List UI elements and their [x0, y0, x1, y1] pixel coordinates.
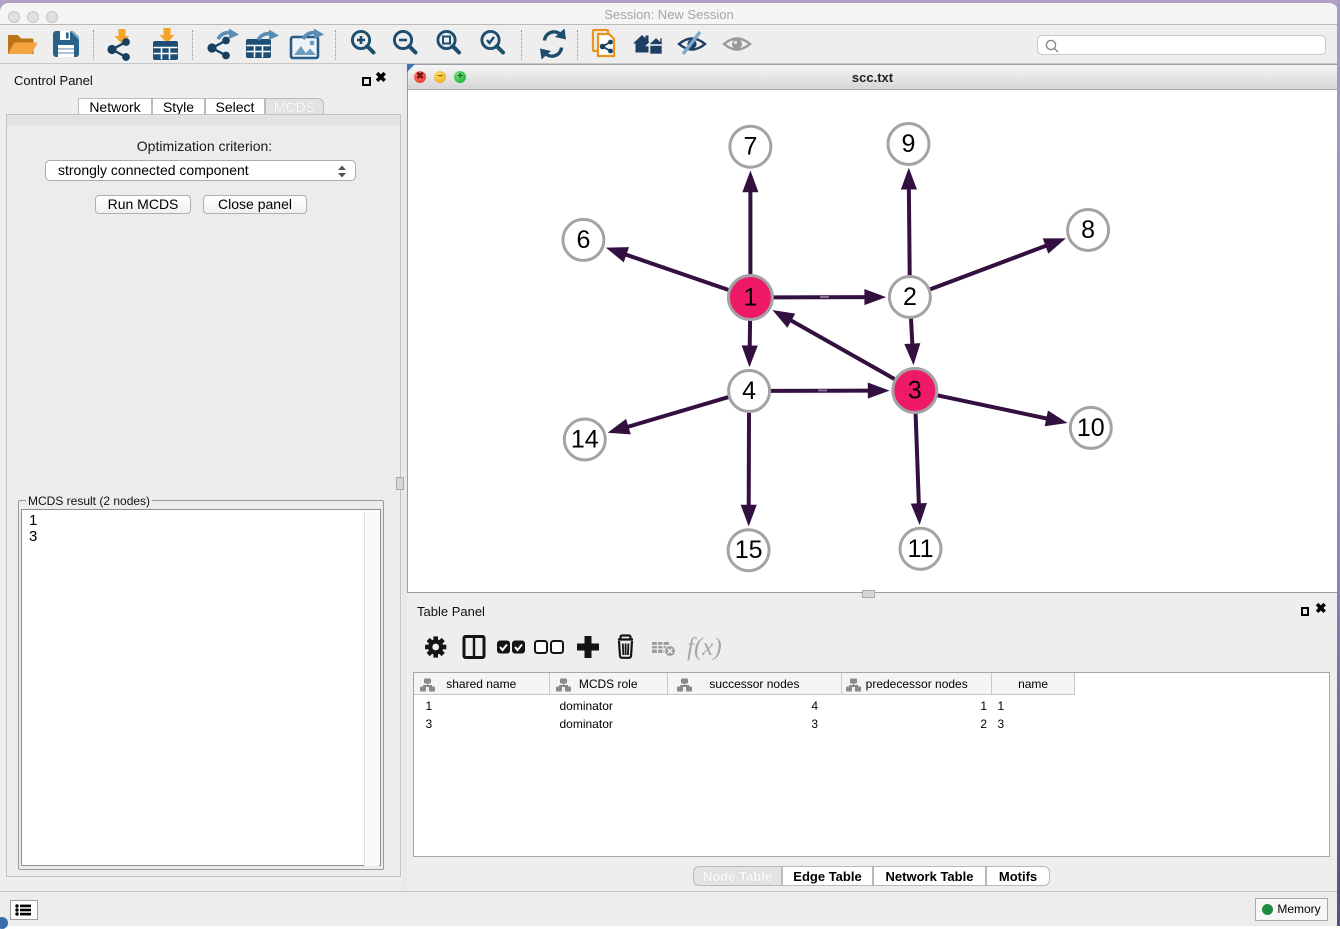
- svg-text:f(x): f(x): [687, 634, 722, 661]
- svg-text:7: 7: [743, 133, 757, 161]
- svg-text:4: 4: [742, 377, 756, 405]
- svg-text:2: 2: [903, 283, 917, 311]
- svg-text:14: 14: [571, 426, 599, 454]
- svg-text:15: 15: [735, 536, 763, 564]
- svg-text:1: 1: [743, 284, 757, 312]
- svg-text:6: 6: [576, 226, 590, 254]
- svg-text:9: 9: [902, 130, 916, 158]
- svg-text:8: 8: [1081, 216, 1095, 244]
- svg-text:10: 10: [1077, 414, 1105, 442]
- svg-text:3: 3: [908, 377, 922, 405]
- svg-text:11: 11: [908, 535, 934, 563]
